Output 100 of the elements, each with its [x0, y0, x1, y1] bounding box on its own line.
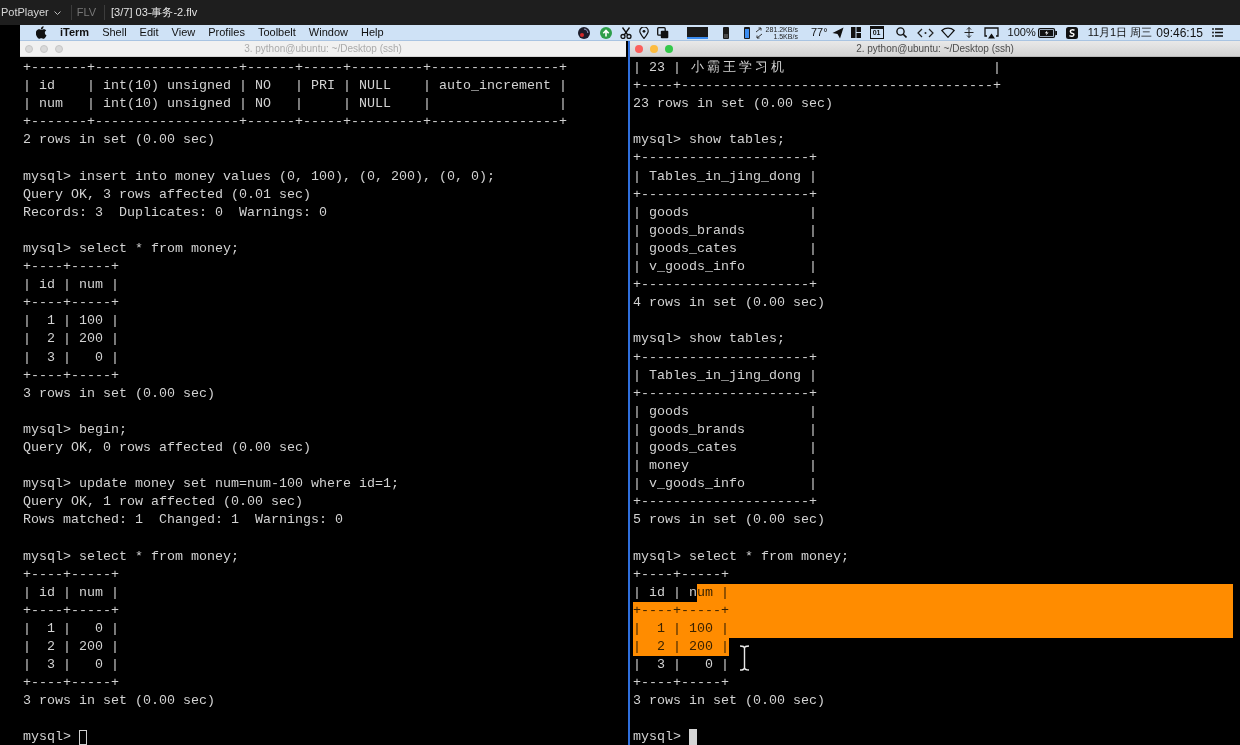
- terminal-line: | goods_cates |: [633, 438, 817, 457]
- terminal-line: | 1 | 100 |: [23, 312, 119, 331]
- terminal-line: +----+-----+: [23, 674, 119, 693]
- menu-item[interactable]: Window: [308, 25, 348, 40]
- terminal-line: | goods_brands |: [633, 221, 817, 240]
- menu-item[interactable]: Help: [360, 25, 384, 40]
- transfer-arrows-icon[interactable]: [754, 26, 763, 39]
- menu-item[interactable]: Shell: [102, 25, 127, 40]
- cpu-meter-icon[interactable]: [686, 26, 708, 39]
- terminal-line: mysql> select * from money;: [633, 547, 849, 566]
- terminal-line: | 2 | 200 |: [23, 638, 119, 656]
- list-icon[interactable]: [1212, 28, 1223, 37]
- terminal-line: Query OK, 3 rows affected (0.01 sec): [23, 185, 311, 204]
- terminal-line: 3 rows in set (0.00 sec): [633, 692, 825, 711]
- terminal-line: | goods_cates |: [633, 239, 817, 258]
- terminal-line: 23 rows in set (0.00 sec): [633, 95, 833, 114]
- move-arrows-icon[interactable]: [963, 27, 974, 38]
- battery-charging-icon[interactable]: [1037, 27, 1057, 38]
- overlapping-squares-icon[interactable]: [656, 26, 669, 39]
- terminal-line: +----+-----+: [23, 601, 119, 620]
- terminal-line: +---------------------+: [633, 384, 817, 403]
- text-cursor-icon: [739, 645, 750, 671]
- terminal-line: 3 rows in set (0.00 sec): [23, 692, 215, 711]
- terminal-line: +---------------------+: [633, 185, 817, 204]
- terminal-line: mysql> select * from money;: [23, 547, 239, 566]
- terminal-line: Query OK, 0 rows affected (0.00 sec): [23, 438, 311, 457]
- code-brackets-icon[interactable]: [916, 27, 934, 38]
- apple-icon[interactable]: [36, 26, 47, 39]
- terminal-line: | 1 | 0 |: [23, 619, 119, 638]
- terminal-line: | goods_brands |: [633, 420, 817, 439]
- terminal-line: | v_goods_info |: [633, 475, 817, 494]
- menu-item[interactable]: iTerm: [60, 25, 90, 40]
- terminal-line: 2 rows in set (0.00 sec): [23, 131, 215, 150]
- terminal-prompt: mysql>: [23, 728, 71, 745]
- upload-arrow-icon[interactable]: [599, 26, 612, 39]
- window-title: 3. python@ubuntu: ~/Desktop (ssh): [244, 43, 402, 54]
- app-logo-icon[interactable]: [1065, 26, 1078, 39]
- menu-item[interactable]: View: [171, 25, 196, 40]
- terminal-line: 5 rows in set (0.00 sec): [633, 511, 825, 530]
- terminal-line: mysql> insert into money values (0, 100), (0, 200), (0, 0);: [23, 167, 495, 186]
- terminal-prompt: mysql>: [633, 728, 681, 745]
- location-pin-icon[interactable]: [638, 26, 649, 39]
- scissors-icon[interactable]: [619, 26, 632, 39]
- disk-meter-icon[interactable]: [743, 26, 750, 39]
- terminal-line: | Tables_in_jing_dong |: [633, 366, 817, 385]
- format-label: FLV: [76, 5, 97, 21]
- window-title: 2. python@ubuntu: ~/Desktop (ssh): [856, 43, 1014, 54]
- terminal-line: | 3 | 0 |: [633, 656, 729, 675]
- terminal-line: | 2 | 200 |: [23, 330, 119, 349]
- battery-percent[interactable]: 100%: [1007, 24, 1036, 41]
- terminal-line: Rows matched: 1 Changed: 1 Warnings: 0: [23, 511, 343, 530]
- terminal-line: | goods |: [633, 402, 817, 421]
- menu-date[interactable]: 11月1日 周三: [1087, 24, 1153, 41]
- terminal-line: mysql> show tables;: [633, 330, 785, 349]
- terminal-line: Query OK, 1 row affected (0.00 sec): [23, 493, 303, 512]
- temperature-reading[interactable]: 77°: [810, 24, 828, 41]
- terminal-line: +----+-----+: [633, 565, 729, 584]
- terminal-line: | 3 | 0 |: [23, 656, 119, 675]
- terminal-line: | Tables_in_jing_dong |: [633, 167, 817, 186]
- terminal-line: 3 rows in set (0.00 sec): [23, 384, 215, 403]
- terminal-line: +----+-----+: [23, 366, 119, 385]
- memory-meter-icon[interactable]: [722, 26, 729, 39]
- terminal-line: +---------------------+: [633, 149, 817, 168]
- terminal-line: Records: 3 Duplicates: 0 Warnings: 0: [23, 203, 327, 222]
- terminal-line: | v_goods_info |: [633, 258, 817, 277]
- terminal-line: +----+-----+: [23, 258, 119, 277]
- terminal-line: | num | int(10) unsigned | NO | | NULL | |: [23, 95, 567, 114]
- terminal-line: | 23 | 小霸王学习机 |: [633, 59, 1001, 77]
- window-layout-icon[interactable]: [850, 27, 861, 38]
- search-icon[interactable]: [895, 27, 907, 38]
- menu-item[interactable]: Edit: [139, 25, 159, 40]
- terminal-line: +---------------------+: [633, 276, 817, 295]
- terminal-line: 4 rows in set (0.00 sec): [633, 294, 825, 313]
- terminal-line: +----+-----+: [23, 294, 119, 313]
- video-title: [3/7] 03-事务-2.flv: [111, 5, 198, 21]
- terminal-line: +-------+------------------+------+-----+---------+----------------+: [23, 113, 567, 132]
- terminal-line: | id | num |: [23, 583, 119, 602]
- caret-icon: [53, 10, 61, 15]
- terminal-line: | goods |: [633, 203, 817, 222]
- terminal-line: mysql> show tables;: [633, 131, 785, 150]
- terminal-line: mysql> select * from money;: [23, 239, 239, 258]
- terminal-text: | id | n: [633, 583, 697, 602]
- terminal-line: | money |: [633, 457, 817, 476]
- terminal-line: | id | num |: [23, 276, 119, 295]
- menu-item[interactable]: Toolbelt: [257, 25, 296, 40]
- terminal-line: mysql> update money set num=num-100 where id=1;: [23, 475, 399, 494]
- terminal-line: +-------+------------------+------+-----+---------+----------------+: [23, 59, 567, 77]
- player-menu-button[interactable]: PotPlayer: [0, 0, 63, 25]
- terminal-line: +---------------------+: [633, 493, 817, 512]
- terminal-line: +----+-----+: [633, 674, 729, 693]
- terminal-line: mysql> begin;: [23, 420, 127, 439]
- terminal-line: +---------------------+: [633, 348, 817, 367]
- menu-item[interactable]: Profiles: [208, 25, 245, 40]
- menu-clock[interactable]: 09:46:15: [1156, 23, 1203, 42]
- app-disc-icon[interactable]: [577, 26, 590, 39]
- wifi-icon[interactable]: [940, 27, 955, 38]
- terminal-line: | id | int(10) unsigned | NO | PRI | NULL | auto_increment |: [23, 77, 567, 96]
- airplay-icon[interactable]: [983, 26, 999, 39]
- terminal-line: +----+-----+: [23, 565, 119, 584]
- terminal-line: | 3 | 0 |: [23, 348, 119, 367]
